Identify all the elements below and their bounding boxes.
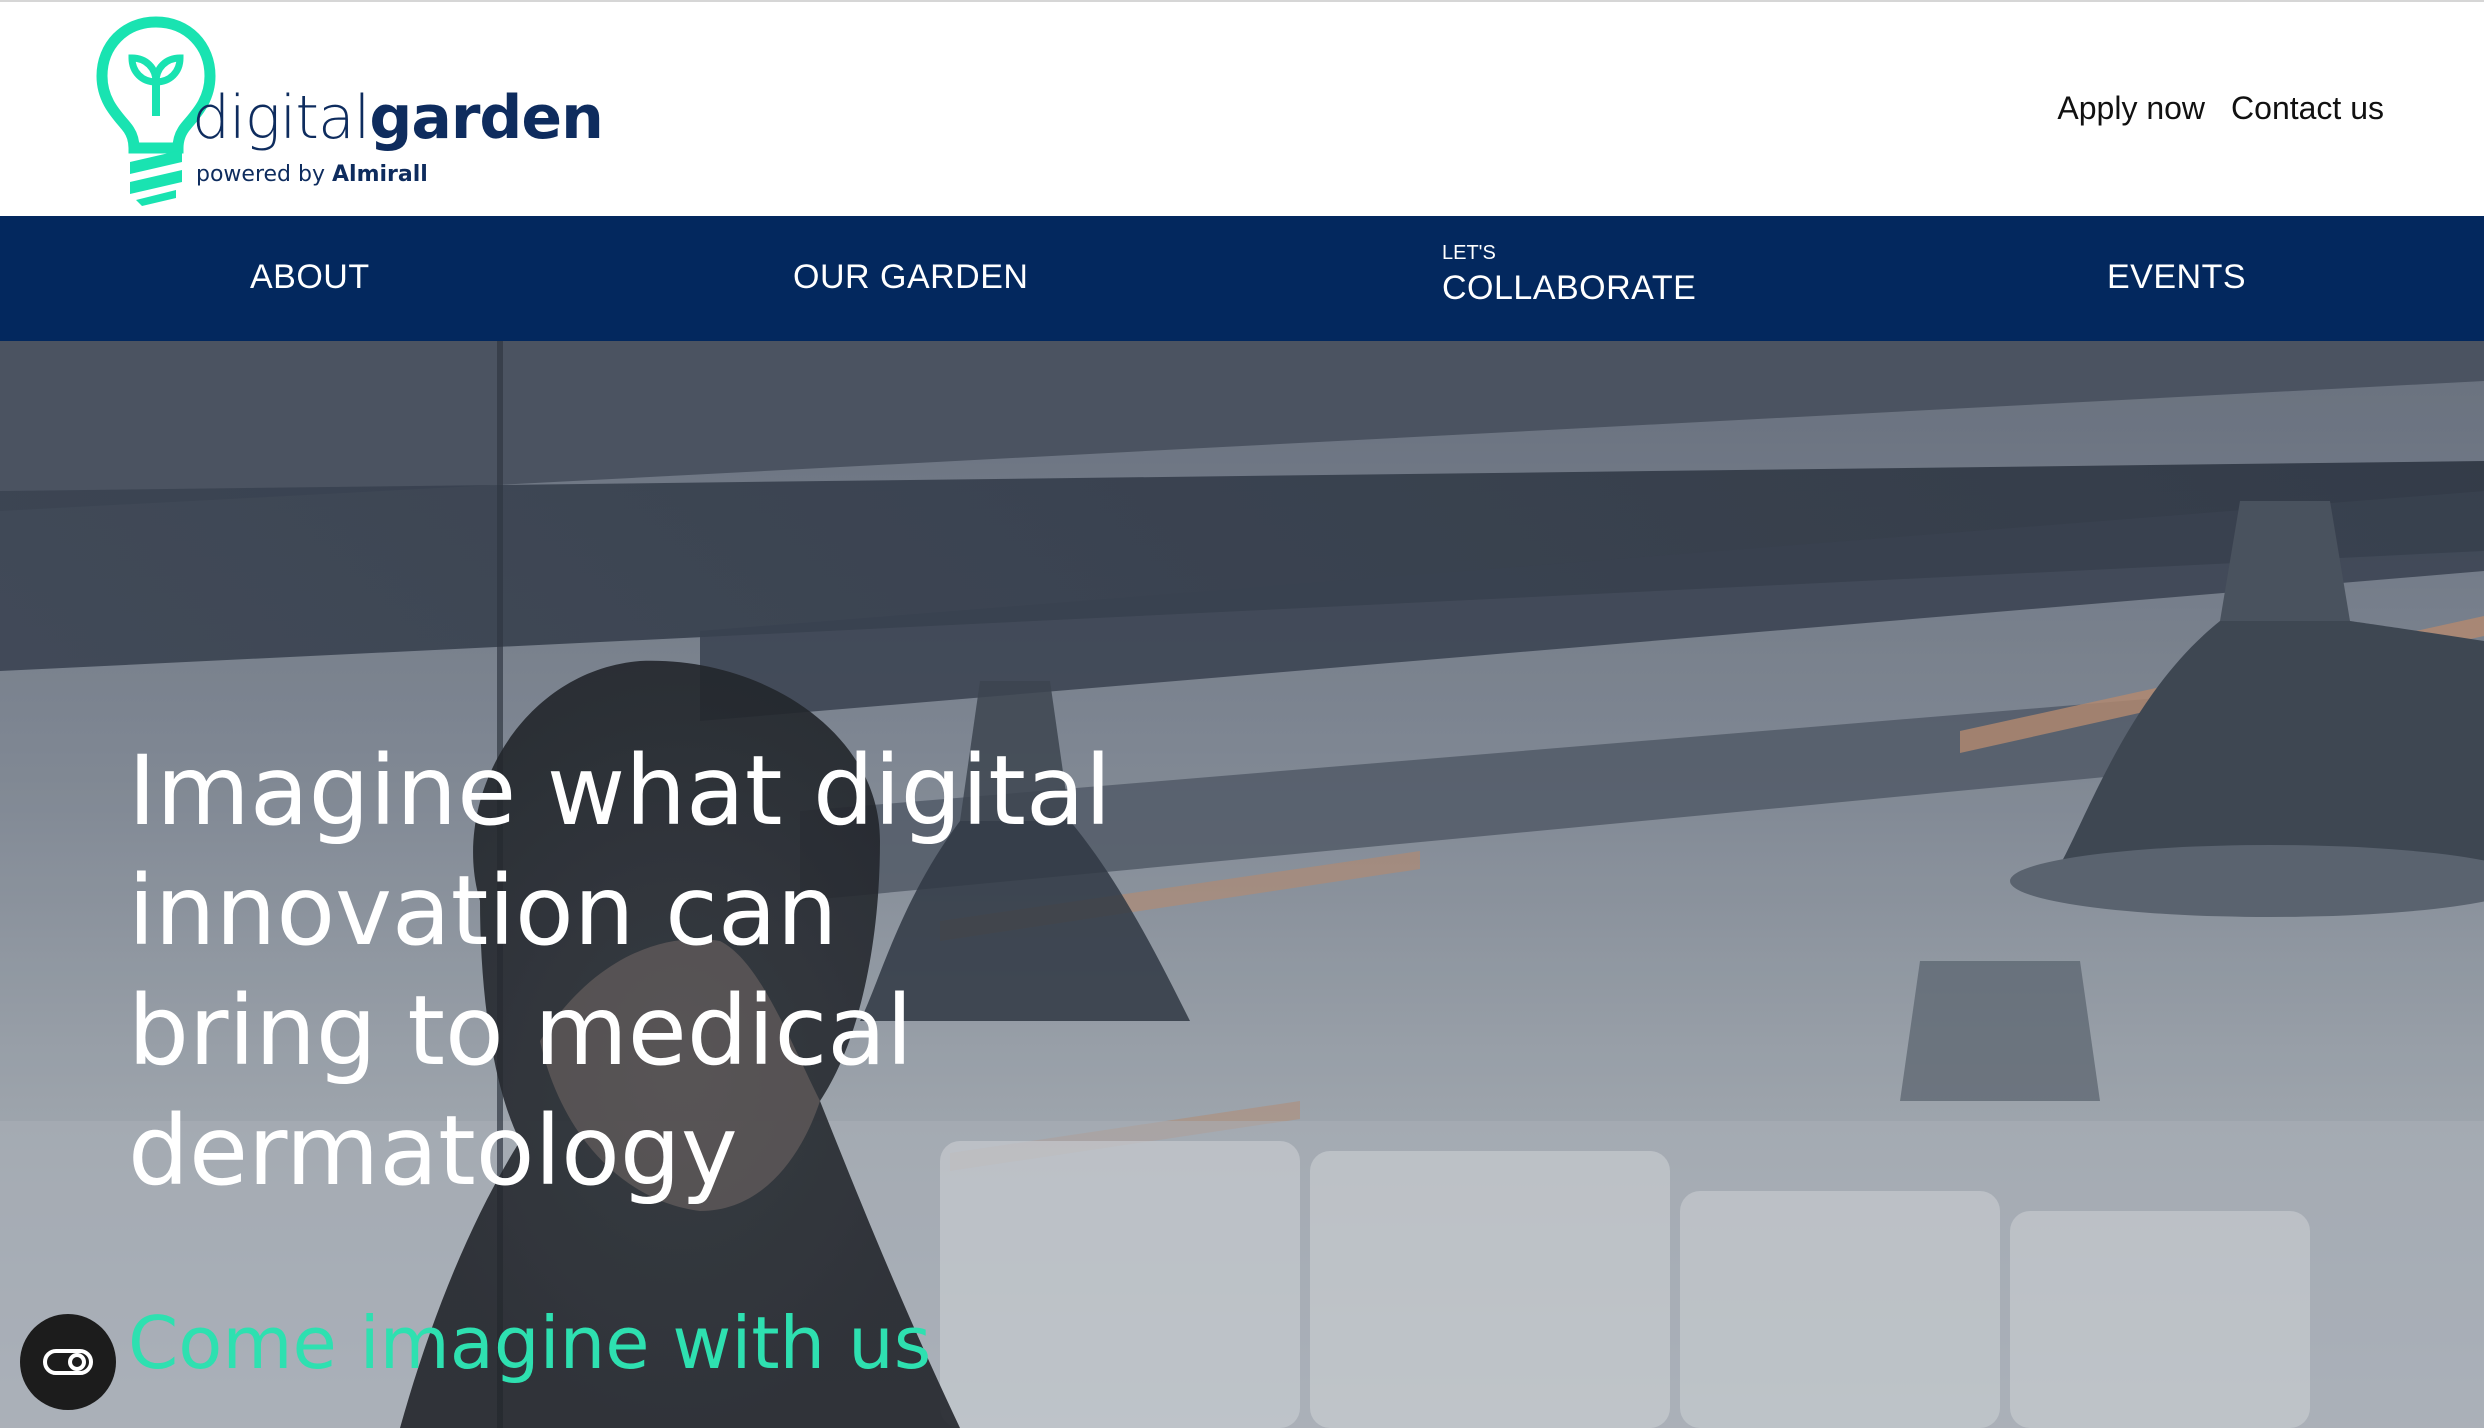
hero-headline-line: dermatology bbox=[128, 1095, 738, 1207]
hero-headline-line: Imagine what digital bbox=[128, 735, 1112, 847]
logo-wordmark: digitalgarden bbox=[192, 88, 604, 148]
contact-us-link[interactable]: Contact us bbox=[2231, 90, 2384, 127]
site-header: digitalgarden powered by Almirall Apply … bbox=[0, 2, 2484, 216]
logo-tagline-brand: Almirall bbox=[332, 162, 428, 187]
nav-item-about-label: ABOUT bbox=[250, 258, 370, 296]
logo-tagline: powered by Almirall bbox=[196, 164, 428, 186]
nav-item-events[interactable]: EVENTS bbox=[2107, 258, 2246, 297]
logo-word-digital: digital bbox=[192, 83, 370, 153]
accessibility-toggle-button[interactable] bbox=[20, 1314, 116, 1410]
logo-tagline-prefix: powered by bbox=[196, 162, 325, 187]
logo-word-garden: garden bbox=[369, 83, 603, 153]
nav-item-our-garden[interactable]: OUR GARDEN bbox=[793, 258, 1028, 297]
nav-item-about[interactable]: ABOUT bbox=[250, 258, 370, 297]
come-imagine-cta[interactable]: Come imagine with us bbox=[128, 1307, 931, 1379]
accessibility-toggle-icon bbox=[43, 1349, 93, 1375]
nav-item-events-label: EVENTS bbox=[2107, 258, 2247, 296]
hero-headline-line: innovation can bbox=[128, 855, 838, 967]
nav-item-lets-collaborate[interactable]: LET'S COLLABORATE bbox=[1442, 242, 1696, 308]
apply-now-link[interactable]: Apply now bbox=[2057, 90, 2205, 127]
main-nav: ABOUT OUR GARDEN LET'S COLLABORATE EVENT… bbox=[0, 216, 2484, 341]
hero-headline: Imagine what digital innovation can brin… bbox=[128, 731, 1228, 1211]
header-links: Apply now Contact us bbox=[2057, 90, 2384, 127]
digital-garden-logo[interactable]: digitalgarden powered by Almirall bbox=[96, 16, 604, 206]
page: digitalgarden powered by Almirall Apply … bbox=[0, 0, 2484, 1428]
nav-item-collaborate-label: COLLABORATE bbox=[1442, 269, 1697, 307]
nav-item-collaborate-prefix: LET'S bbox=[1442, 242, 1496, 264]
hero-headline-line: bring to medical bbox=[128, 975, 913, 1087]
nav-item-our-garden-label: OUR GARDEN bbox=[793, 258, 1029, 296]
hero-section: Imagine what digital innovation can brin… bbox=[0, 341, 2484, 1428]
